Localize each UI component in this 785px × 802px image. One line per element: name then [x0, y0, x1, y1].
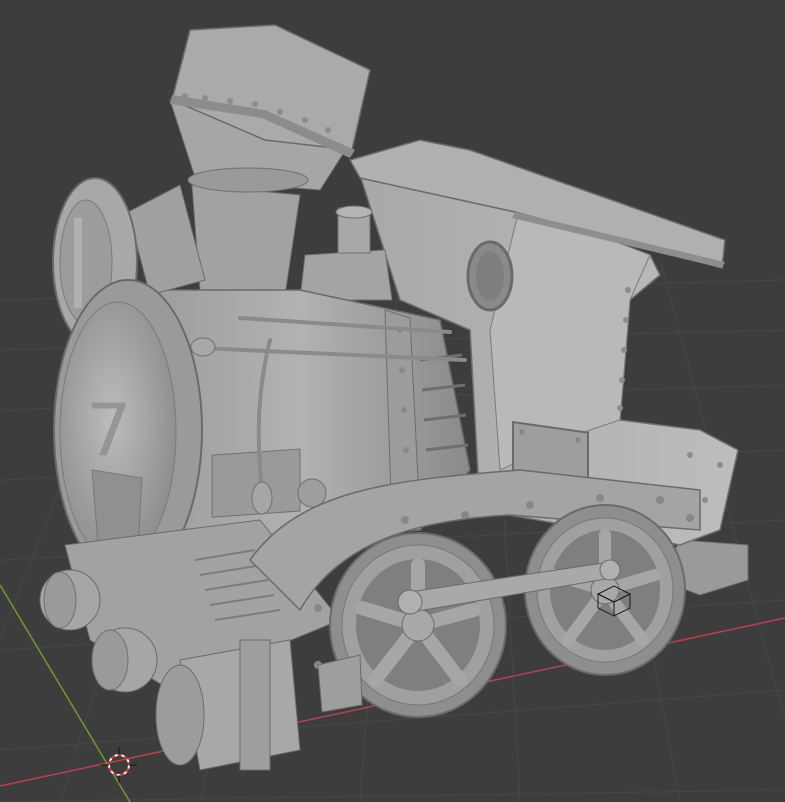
smokestack-base: [191, 184, 301, 296]
front-cylinder-bracket: [239, 639, 271, 771]
rod-pin-front: [397, 589, 423, 615]
3d-viewport[interactable]: 7: [0, 0, 785, 802]
3d-cursor-icon[interactable]: [101, 747, 137, 783]
viewport-canvas[interactable]: 7: [0, 0, 785, 802]
pipe-valve: [251, 481, 273, 515]
front-cylinder-face: [155, 664, 205, 766]
buffer-left-face: [43, 571, 77, 629]
boiler-number-emboss: 7: [86, 388, 132, 472]
rod-pin-rear: [599, 559, 621, 581]
buffer-middle-face: [91, 629, 129, 691]
smokestack-collar: [187, 167, 309, 193]
cab-window-inner: [476, 251, 504, 301]
steam-locomotive-model[interactable]: 7: [39, 24, 749, 771]
whistle-knob: [190, 337, 216, 357]
steam-dome-cap: [335, 205, 373, 219]
headlamp-bar: [74, 218, 82, 308]
boiler-bolt: [297, 478, 327, 508]
crosshead: [317, 654, 363, 713]
